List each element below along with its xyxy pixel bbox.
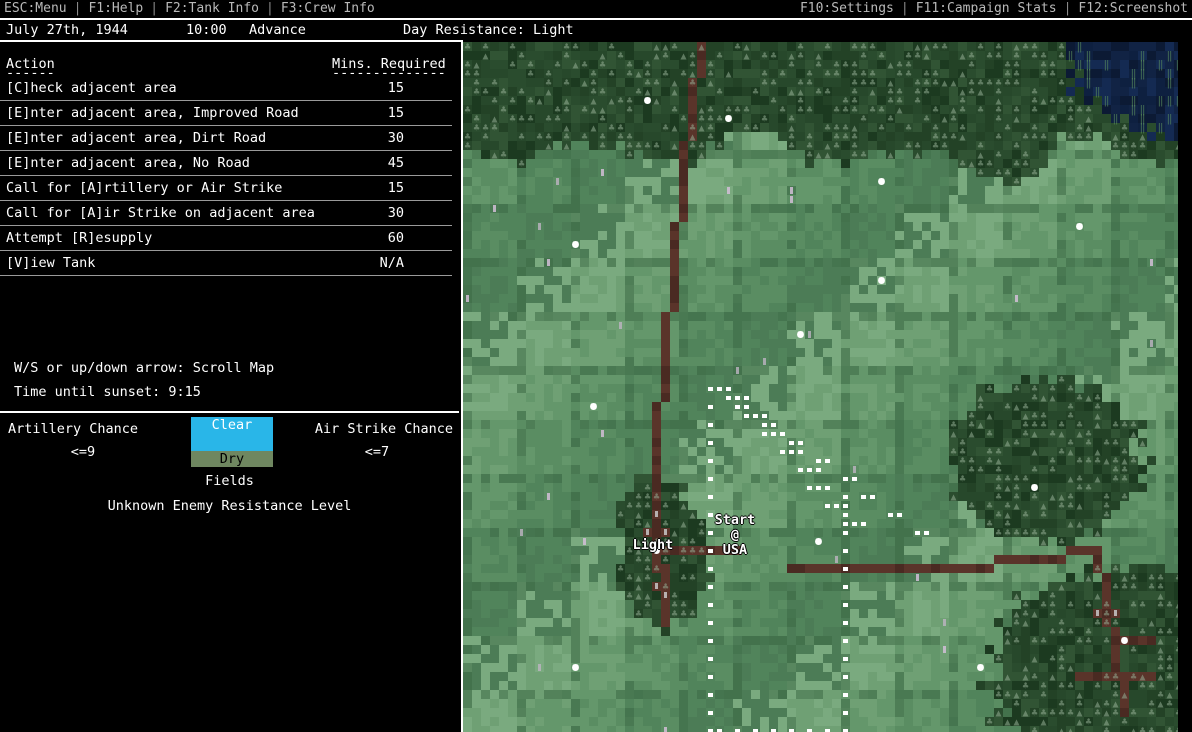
- menu-item-f2-tank-info[interactable]: F2:Tank Info: [165, 1, 259, 16]
- menu-separator: |: [73, 1, 82, 16]
- tactical-map[interactable]: Start @ USA Light: [463, 42, 1178, 732]
- terrain-type-label: Fields: [205, 473, 254, 489]
- menu-separator: |: [1063, 1, 1072, 16]
- action-row-call-air-strike-adjacent[interactable]: Call for [A]ir Strike on adjacent area 3…: [0, 201, 452, 226]
- menu-separator: |: [150, 1, 159, 16]
- artillery-chance-label: Artillery Chance: [8, 421, 139, 437]
- status-mission-mode: Advance: [249, 22, 306, 38]
- action-mins: 30: [387, 130, 404, 146]
- map-label-village-resistance: Light: [632, 537, 674, 553]
- action-mins: 60: [387, 230, 404, 246]
- artillery-chance-value: <=9: [70, 444, 96, 460]
- enemy-resistance-label: Unknown Enemy Resistance Level: [107, 498, 352, 514]
- action-label: Call for [A]ir Strike on adjacent area: [6, 205, 315, 221]
- action-mins: 45: [387, 155, 404, 171]
- action-row-enter-improved-road[interactable]: [E]nter adjacent area, Improved Road 15: [0, 101, 452, 126]
- action-row-enter-dirt-road[interactable]: [E]nter adjacent area, Dirt Road 30: [0, 126, 452, 151]
- action-mins: 15: [387, 105, 404, 121]
- action-label: [E]nter adjacent area, Improved Road: [6, 105, 299, 121]
- menu-item-f10-settings[interactable]: F10:Settings: [800, 1, 894, 16]
- weather-sky-label: Clear: [211, 417, 253, 433]
- action-label: [E]nter adjacent area, Dirt Road: [6, 130, 267, 146]
- status-date: July 27th, 1944: [6, 22, 128, 38]
- action-row-enter-no-road[interactable]: [E]nter adjacent area, No Road 45: [0, 151, 452, 176]
- menu-bar-left: ESC:Menu | F1:Help | F2:Tank Info | F3:Crew In…: [4, 0, 375, 18]
- action-table: Action Mins. Required ------ -----------…: [0, 55, 452, 276]
- action-mins: N/A: [379, 255, 404, 271]
- bottom-panel-divider: [0, 411, 459, 413]
- action-mins: 15: [387, 80, 404, 96]
- action-row-view-tank[interactable]: [V]iew Tank N/A: [0, 251, 452, 276]
- action-label: [E]nter adjacent area, No Road: [6, 155, 250, 171]
- action-label: [V]iew Tank: [6, 255, 96, 271]
- weather-ground-label: Dry: [191, 451, 273, 467]
- hints-section: W/S or up/down arrow: Scroll Map Time un…: [0, 356, 452, 404]
- air-strike-chance-label: Air Strike Chance: [314, 421, 453, 437]
- menu-item-f12-screenshot[interactable]: F12:Screenshot: [1078, 1, 1188, 16]
- action-label: Call for [A]rtillery or Air Strike: [6, 180, 283, 196]
- game-screen: ESC:Menu | F1:Help | F2:Tank Info | F3:Crew In…: [0, 0, 1192, 732]
- weather-indicator: Clear Dry: [191, 417, 273, 467]
- menu-item-esc-menu[interactable]: ESC:Menu: [4, 1, 67, 16]
- map-terrain-canvas[interactable]: [463, 42, 1178, 732]
- menu-bar-right: F10:Settings | F11:Campaign Stats | F12:Scre…: [800, 0, 1188, 18]
- air-strike-chance-value: <=7: [364, 444, 390, 460]
- map-label-start-position: Start @ USA: [714, 512, 756, 558]
- menu-bar: ESC:Menu | F1:Help | F2:Tank Info | F3:Crew In…: [0, 0, 1192, 18]
- sidebar: Action Mins. Required ------ -----------…: [0, 43, 461, 732]
- action-mins: 15: [387, 180, 404, 196]
- menu-item-f11-campaign-stats[interactable]: F11:Campaign Stats: [916, 1, 1057, 16]
- status-day-resistance: Day Resistance: Light: [403, 22, 574, 38]
- menu-item-f3-crew-info[interactable]: F3:Crew Info: [281, 1, 375, 16]
- menu-bar-divider: [0, 18, 1192, 20]
- status-line-divider: [0, 40, 461, 42]
- action-table-header: Action Mins. Required ------ -----------…: [0, 55, 452, 81]
- action-row-call-artillery-or-air-strike[interactable]: Call for [A]rtillery or Air Strike 15: [0, 176, 452, 201]
- action-label: Attempt [R]esupply: [6, 230, 153, 246]
- status-time: 10:00: [186, 22, 227, 38]
- menu-item-f1-help[interactable]: F1:Help: [88, 1, 143, 16]
- menu-separator: |: [266, 1, 274, 16]
- action-label: [C]heck adjacent area: [6, 80, 177, 96]
- menu-separator: |: [900, 1, 909, 16]
- hint-scroll-map: W/S or up/down arrow: Scroll Map: [14, 360, 275, 376]
- action-mins: 30: [387, 205, 404, 221]
- hint-time-until-sunset: Time until sunset: 9:15: [14, 384, 201, 400]
- status-line: July 27th, 1944 10:00 Advance: [0, 21, 461, 39]
- action-row-attempt-resupply[interactable]: Attempt [R]esupply 60: [0, 226, 452, 251]
- action-row-check-adjacent-area[interactable]: [C]heck adjacent area 15: [0, 76, 452, 101]
